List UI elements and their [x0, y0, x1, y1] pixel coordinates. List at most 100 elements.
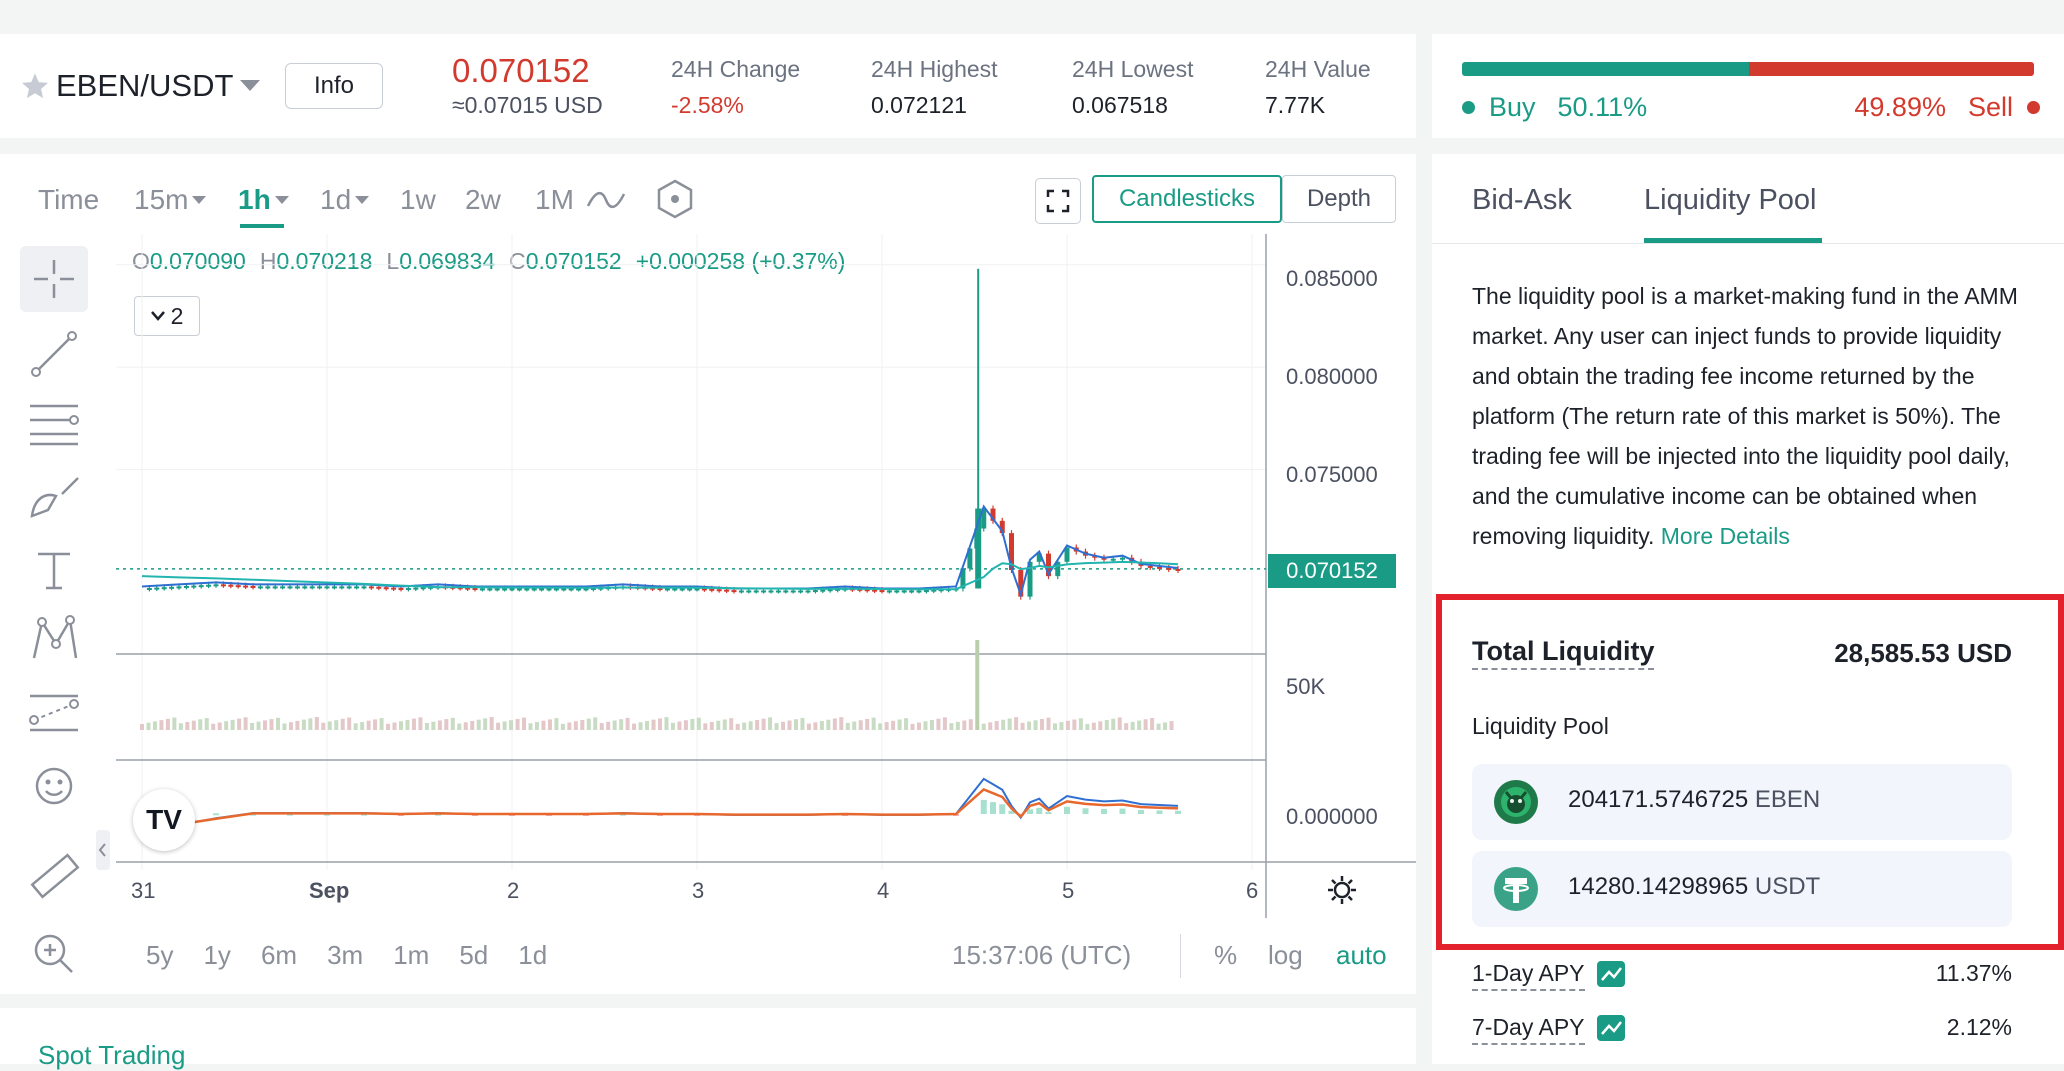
- volume-bar: [165, 718, 170, 730]
- range-3m[interactable]: 3m: [327, 940, 363, 971]
- macd-histogram-bar: [980, 799, 987, 814]
- volume-bar: [146, 722, 151, 730]
- buy-label: Buy: [1489, 92, 1536, 122]
- volume-bar: [1001, 719, 1006, 730]
- spot-trading-title[interactable]: Spot Trading: [38, 1040, 185, 1071]
- buy-dot-icon: [1462, 101, 1475, 114]
- stat-change-value: -2.58%: [671, 92, 744, 118]
- macd-histogram-bar: [1064, 806, 1070, 814]
- volume-bar: [722, 719, 727, 730]
- range-1d[interactable]: 1d: [518, 940, 547, 971]
- candle-body: [798, 590, 804, 593]
- candle-body: [146, 588, 152, 591]
- volume-bar: [263, 720, 268, 730]
- range-5d[interactable]: 5d: [459, 940, 488, 971]
- tab-liquidity-pool[interactable]: Liquidity Pool: [1644, 184, 1817, 217]
- caret-down-icon[interactable]: [239, 79, 261, 93]
- volume-bar: [664, 717, 669, 730]
- chart-clock: 15:37:06 (UTC): [952, 940, 1132, 970]
- volume-bar: [599, 723, 604, 730]
- range-6m[interactable]: 6m: [261, 940, 297, 971]
- range-5y[interactable]: 5y: [146, 940, 173, 971]
- info-button[interactable]: Info: [285, 63, 383, 109]
- stat-high-label: 24H Highest: [871, 56, 998, 82]
- range-1y[interactable]: 1y: [203, 940, 230, 971]
- volume-bar: [826, 719, 831, 730]
- volume-bar: [703, 723, 708, 730]
- candle-body: [879, 590, 885, 593]
- volume-bar: [237, 718, 242, 730]
- pair-name[interactable]: EBEN/USDT: [56, 68, 233, 104]
- volume-bar: [386, 723, 391, 730]
- volume-bar: [1091, 722, 1096, 730]
- buy-sell-ratio: Buy 50.11% 49.89% Sell: [1432, 34, 2064, 138]
- trend-chart-icon[interactable]: [1596, 960, 1626, 988]
- volume-bar: [554, 718, 559, 730]
- candle-body: [746, 590, 752, 593]
- volume-bar: [716, 720, 721, 730]
- candle-body: [664, 588, 670, 591]
- apy-1day-label[interactable]: 1-Day APY: [1472, 960, 1585, 991]
- volume-bar: [683, 720, 688, 730]
- volume-bar: [418, 717, 423, 730]
- candle-body: [716, 589, 722, 592]
- volume-bar: [463, 722, 468, 730]
- pair-selector[interactable]: EBEN/USDT: [20, 68, 261, 104]
- volume-bar: [586, 718, 591, 730]
- candle-body: [820, 589, 826, 592]
- volume-bar: [191, 720, 196, 730]
- volume-bar: [457, 723, 462, 730]
- candle-body: [753, 590, 759, 593]
- log-scale-toggle[interactable]: log: [1268, 940, 1303, 971]
- apy-1day-value: 11.37%: [1935, 960, 2012, 986]
- candle-body: [324, 586, 330, 589]
- candle-body: [191, 585, 197, 588]
- candle-body: [790, 590, 796, 593]
- x-tick-4: 4: [877, 878, 890, 903]
- apy-7day-label[interactable]: 7-Day APY: [1472, 1014, 1585, 1045]
- volume-bar: [515, 718, 520, 730]
- volume-bar: [1169, 721, 1174, 730]
- candle-body: [768, 590, 774, 593]
- volume-bar: [839, 717, 844, 730]
- buy-indicator: Buy 50.11%: [1462, 92, 1647, 123]
- volume-bar: [392, 722, 397, 730]
- y-tick-2: 0.080000: [1286, 364, 1378, 389]
- macd-histogram-bar: [1119, 808, 1126, 814]
- volume-bar: [606, 721, 611, 730]
- price-chart[interactable]: [0, 154, 1416, 994]
- more-details-link[interactable]: More Details: [1661, 523, 1790, 549]
- candle-body: [235, 585, 241, 588]
- candle-body: [568, 588, 574, 591]
- candle-body: [553, 588, 559, 591]
- volume-bar: [353, 723, 358, 730]
- candle-body: [220, 584, 226, 587]
- volume-bar: [424, 723, 429, 730]
- current-price-tag: 0.070152: [1268, 554, 1396, 588]
- chart-settings-icon[interactable]: [1326, 874, 1358, 906]
- volume-bar: [256, 721, 261, 730]
- chart-panel: Time 15m 1h 1d 1w 2w 1M Candlesticks Dep…: [0, 154, 1416, 994]
- candle-body: [391, 587, 397, 590]
- tab-bid-ask[interactable]: Bid-Ask: [1472, 184, 1572, 217]
- volume-bar: [936, 718, 941, 730]
- auto-scale-toggle[interactable]: auto: [1336, 940, 1387, 971]
- volume-bar: [858, 720, 863, 730]
- volume-bar: [217, 722, 222, 730]
- volume-bar: [159, 720, 164, 730]
- volume-bar: [476, 719, 481, 730]
- candle-body: [583, 588, 589, 591]
- volume-bar: [625, 717, 630, 730]
- trend-chart-icon[interactable]: [1596, 1014, 1626, 1042]
- x-tick-sep: Sep: [309, 878, 350, 903]
- volume-bar: [269, 719, 274, 730]
- volume-bar: [742, 722, 747, 730]
- percent-scale-toggle[interactable]: %: [1214, 940, 1237, 971]
- volume-bar: [444, 719, 449, 730]
- candle-body: [368, 586, 374, 589]
- volume-bar: [1104, 720, 1109, 730]
- range-1m[interactable]: 1m: [393, 940, 429, 971]
- candle-body: [331, 586, 337, 589]
- star-icon[interactable]: [20, 71, 50, 101]
- volume-bar: [152, 721, 157, 730]
